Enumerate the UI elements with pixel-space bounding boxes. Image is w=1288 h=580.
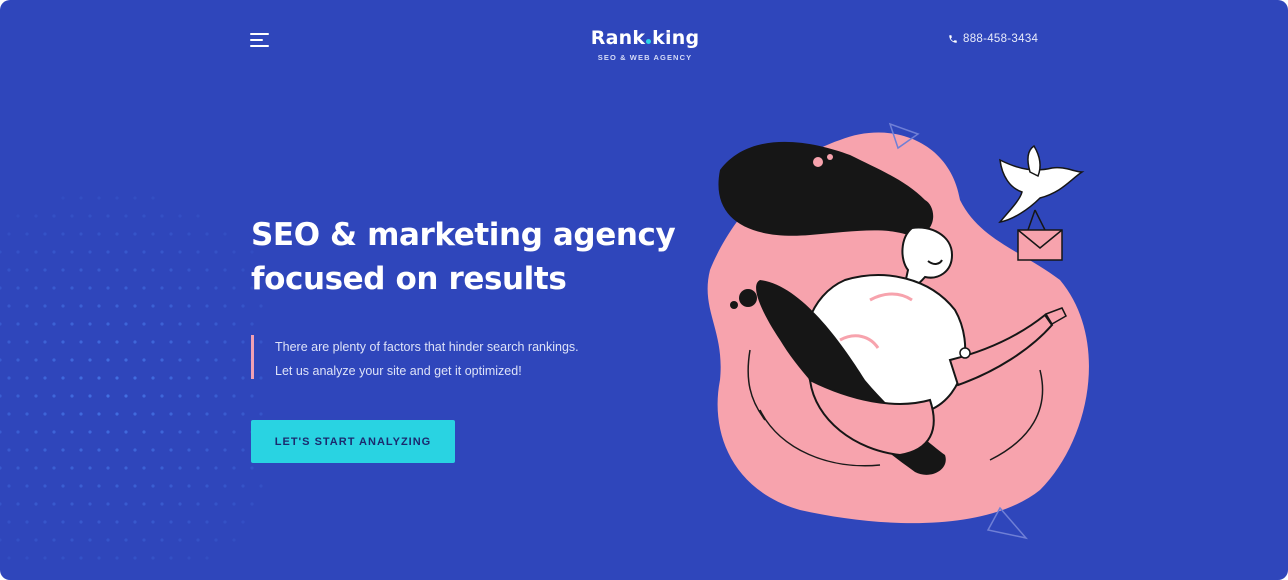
headline-line-2: focused on results [251, 261, 567, 297]
brand-logo[interactable]: Rank king SEO & WEB AGENCY [560, 27, 730, 62]
hero-headline: SEO & marketing agency focused on result… [251, 213, 681, 301]
headline-line-1: SEO & marketing agency [251, 217, 676, 253]
brand-wordmark: Rank king [560, 27, 730, 49]
description-line-2: Let us analyze your site and get it opti… [275, 364, 522, 378]
dove [998, 158, 1085, 224]
phone-number: 888-458-3434 [963, 33, 1039, 45]
hero-page: Rank king SEO & WEB AGENCY 888-458-3434 S… [0, 0, 1288, 580]
brand-name-part2: king [652, 27, 700, 49]
brand-tagline: SEO & WEB AGENCY [597, 53, 693, 62]
start-analyzing-button[interactable]: LET'S START ANALYZING [251, 420, 455, 463]
phone-icon [949, 35, 957, 43]
brand-dot-icon [646, 39, 652, 44]
description-line-1: There are plenty of factors that hinder … [275, 340, 579, 354]
hero-illustration [707, 122, 1089, 540]
brand-name-part1: Rank [590, 27, 646, 49]
hamburger-menu-icon[interactable] [250, 32, 272, 48]
hero-description: There are plenty of factors that hinder … [251, 335, 579, 379]
phone-link[interactable]: 888-458-3434 [948, 33, 1038, 45]
